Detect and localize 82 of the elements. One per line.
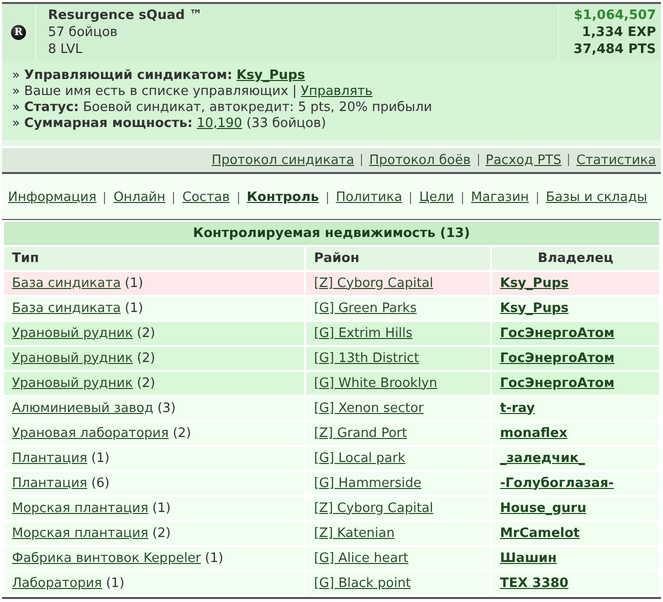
owner-link[interactable]: Ksy_Pups xyxy=(500,276,569,290)
info-line: » Суммарная мощность: 10,190 (33 бойцов) xyxy=(12,116,328,132)
district-link[interactable]: [G] White Brooklyn xyxy=(314,376,438,390)
info-line: » Ваше имя есть в списке управляющих | Управлять xyxy=(12,84,374,100)
district-link[interactable]: [G] Extrim Hills xyxy=(314,326,412,340)
owner-link[interactable]: Ksy_Pups xyxy=(500,300,569,316)
district-link[interactable]: [G] Green Parks xyxy=(314,300,417,316)
nav-tab[interactable]: Контроль xyxy=(246,190,319,205)
property-type-link[interactable]: Плантация xyxy=(12,450,88,466)
district-link[interactable]: [G] Hammerside xyxy=(314,476,422,490)
level-label: 8 LVL xyxy=(48,41,84,58)
property-type-link[interactable]: База синдиката xyxy=(12,276,121,290)
nav-tab[interactable]: Магазин xyxy=(471,190,529,205)
item-count: (2) xyxy=(152,526,171,540)
property-type-link[interactable]: Морская плантация xyxy=(12,526,148,540)
nav-tab[interactable]: Онлайн xyxy=(113,190,166,205)
owner-link[interactable]: Шашин xyxy=(500,550,557,566)
district-link[interactable]: [G] Local park xyxy=(314,450,406,466)
property-type-link[interactable]: Урановый рудник xyxy=(12,376,133,390)
district-link[interactable]: [G] 13th District xyxy=(314,350,420,366)
owner-link[interactable]: ГосЭнергоАтом xyxy=(500,326,614,340)
owner-link[interactable]: monaflex xyxy=(500,426,568,440)
district-link[interactable]: [Z] Katenian xyxy=(314,526,395,540)
info-link[interactable]: 10,190 xyxy=(196,116,242,131)
property-type-link[interactable]: Морская плантация xyxy=(12,500,148,516)
exp-amount: 1,334 EXP xyxy=(580,24,656,41)
item-count: (1) xyxy=(204,550,224,566)
property-type-link[interactable]: Плантация xyxy=(12,476,88,490)
owner-link[interactable]: ГосЭнергоАтом xyxy=(500,350,614,366)
log-link[interactable]: Протокол синдиката xyxy=(212,152,354,168)
table-title: Контролируемая недвижимость (13) xyxy=(4,222,659,245)
owner-link[interactable]: -Голубоглазая- xyxy=(500,476,614,490)
property-type-link[interactable]: Урановый рудник xyxy=(12,350,133,366)
owner-link[interactable]: TEX 3380 xyxy=(500,576,568,590)
district-link[interactable]: [G] Xenon sector xyxy=(314,400,424,416)
property-type-link[interactable]: Лаборатория xyxy=(12,576,102,590)
pts-amount: 37,484 PTS xyxy=(572,41,656,58)
owner-link[interactable]: _заледчик_ xyxy=(500,450,586,466)
nav-tab[interactable]: Базы и склады xyxy=(546,190,648,205)
item-count: (2) xyxy=(136,376,156,390)
district-link[interactable]: [G] Alice heart xyxy=(314,550,408,566)
item-count: (1) xyxy=(152,500,171,516)
owner-link[interactable]: MrCamelot xyxy=(500,526,580,540)
syndicate-emblem: R xyxy=(11,25,26,40)
member-count: 57 бойцов xyxy=(48,24,119,41)
column-header: Тип xyxy=(4,247,304,270)
item-count: (2) xyxy=(136,326,156,340)
property-type-link[interactable]: Алюминиевый завод xyxy=(12,400,154,416)
district-link[interactable]: [Z] Cyborg Capital xyxy=(314,500,434,516)
item-count: (6) xyxy=(91,476,110,490)
district-link[interactable]: [Z] Cyborg Capital xyxy=(314,276,434,290)
nav-tab[interactable]: Политика xyxy=(336,190,402,205)
column-header: Район xyxy=(306,247,490,270)
log-link[interactable]: Протокол боёв xyxy=(369,152,471,168)
item-count: (1) xyxy=(124,300,144,316)
district-link[interactable]: [G] Black point xyxy=(314,576,411,590)
item-count: (3) xyxy=(157,400,176,416)
money-amount: $1,064,507 xyxy=(572,7,656,24)
item-count: (1) xyxy=(124,276,144,290)
column-header: Владелец xyxy=(492,247,659,270)
property-type-link[interactable]: Фабрика винтовок Keppeler xyxy=(12,550,201,566)
item-count: (2) xyxy=(172,426,192,440)
info-line: » Статус: Боевой синдикат, автокредит: 5 pts, 20% прибыли xyxy=(12,100,434,116)
nav-tab[interactable]: Состав xyxy=(182,190,230,205)
syndicate-name: Resurgence sQuad ™ xyxy=(48,7,204,24)
nav-tab[interactable]: Цели xyxy=(419,190,454,205)
owner-link[interactable]: t-ray xyxy=(500,400,535,416)
info-line: » Управляющий синдикатом: Ksy_Pups xyxy=(12,68,306,84)
property-type-link[interactable]: Урановая лаборатория xyxy=(12,426,169,440)
owner-link[interactable]: ГосЭнергоАтом xyxy=(500,376,614,390)
district-link[interactable]: [Z] Grand Port xyxy=(314,426,407,440)
log-link[interactable]: Статистика xyxy=(576,152,656,168)
nav-tab[interactable]: Информация xyxy=(8,190,96,205)
item-count: (1) xyxy=(106,576,124,590)
info-link[interactable]: Управлять xyxy=(300,84,373,99)
property-type-link[interactable]: База синдиката xyxy=(12,300,121,316)
item-count: (1) xyxy=(91,450,110,466)
log-link[interactable]: Расход PTS xyxy=(486,152,562,168)
property-type-link[interactable]: Урановый рудник xyxy=(12,326,133,340)
info-link[interactable]: Ksy_Pups xyxy=(236,68,306,83)
owner-link[interactable]: House_guru xyxy=(500,500,586,516)
item-count: (2) xyxy=(136,350,156,366)
